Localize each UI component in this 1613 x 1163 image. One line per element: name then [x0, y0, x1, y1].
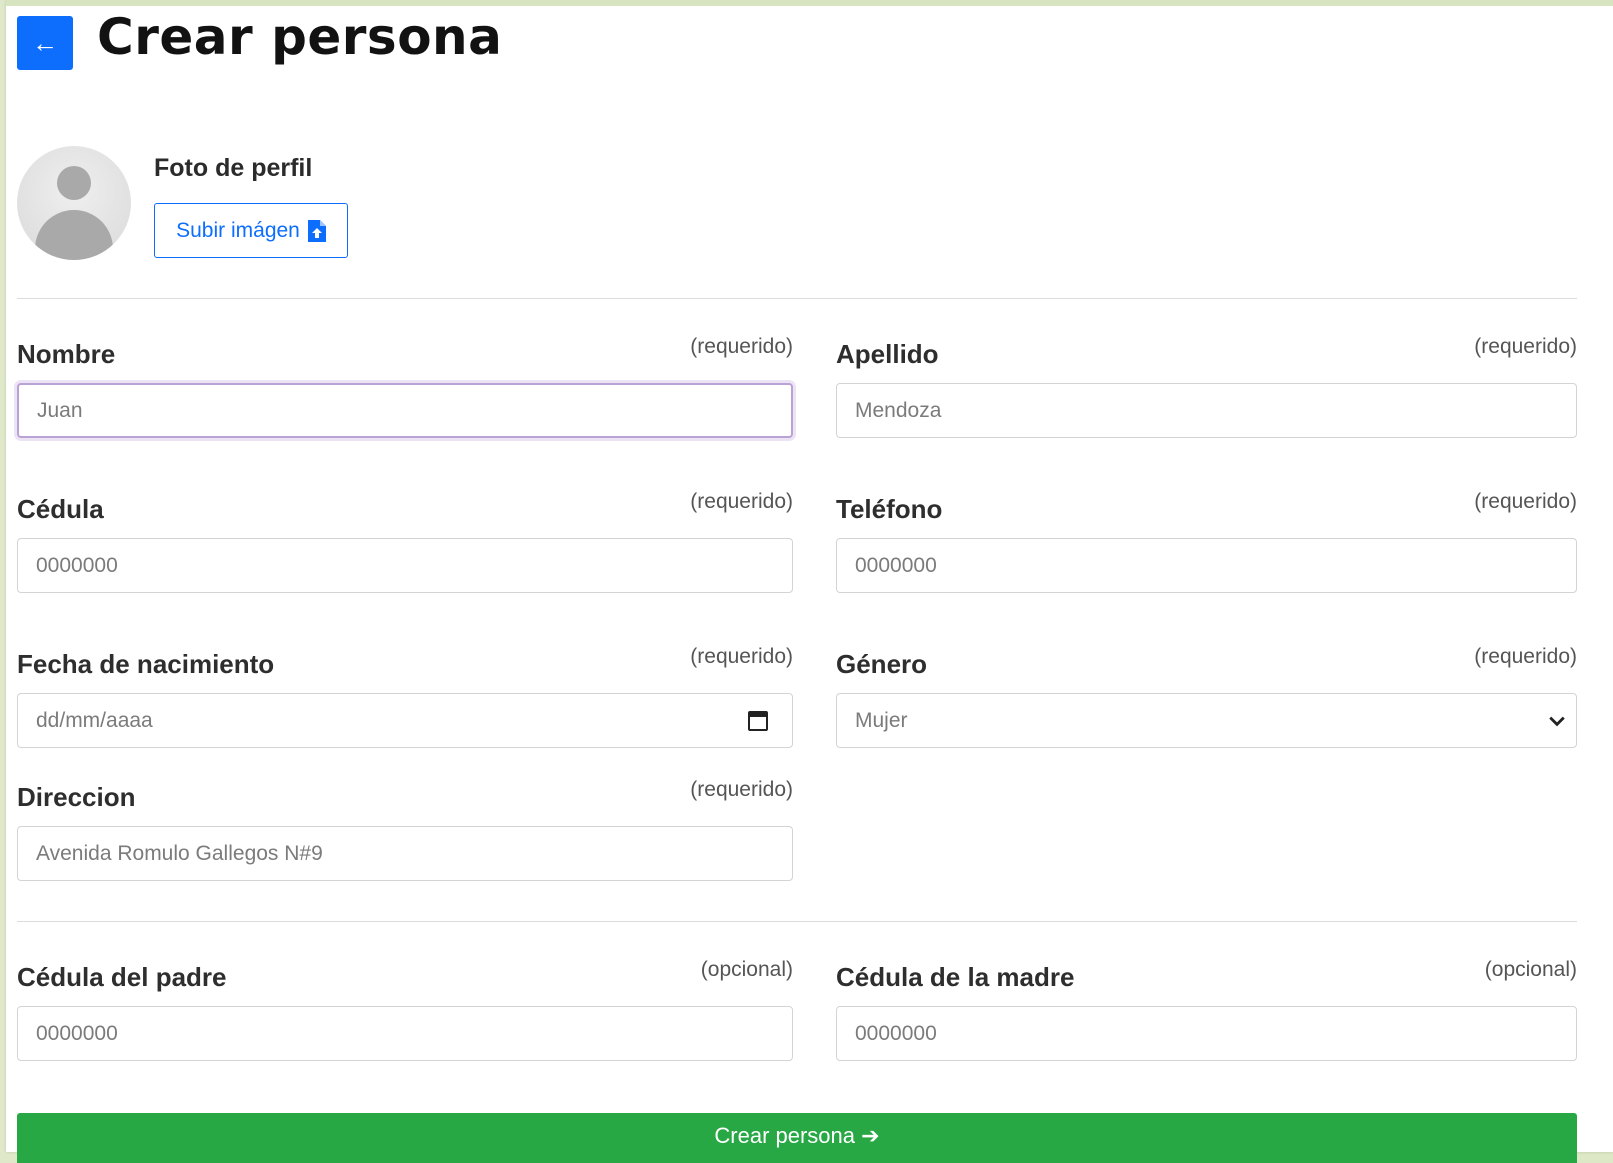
genero-value: Mujer	[855, 708, 908, 732]
avatar-head	[57, 166, 91, 200]
cedula-padre-input[interactable]: 0000000	[17, 1006, 793, 1061]
avatar	[17, 146, 131, 260]
hint-direccion: (requerido)	[690, 778, 793, 801]
label-apellido: Apellido	[836, 339, 939, 369]
upload-image-button[interactable]: Subir imágen	[154, 203, 348, 258]
genero-select[interactable]: Mujer	[836, 693, 1577, 748]
hint-nombre: (requerido)	[690, 335, 793, 358]
fecha-value: dd/mm/aaaa	[36, 708, 153, 732]
label-fecha-nacimiento: Fecha de nacimiento	[17, 649, 275, 679]
create-person-button[interactable]: Crear persona ➔	[17, 1113, 1577, 1163]
upload-label: Subir imágen	[176, 218, 300, 242]
cedula-madre-input[interactable]: 0000000	[836, 1006, 1577, 1061]
label-cedula: Cédula	[17, 494, 104, 524]
hint-genero: (requerido)	[1474, 645, 1577, 668]
file-upload-icon	[307, 219, 326, 242]
direccion-input[interactable]: Avenida Romulo Gallegos N#9	[17, 826, 793, 881]
nombre-input[interactable]: Juan	[17, 383, 793, 438]
label-cedula-padre: Cédula del padre	[17, 962, 227, 992]
fecha-nacimiento-input[interactable]: dd/mm/aaaa	[17, 693, 793, 748]
label-telefono: Teléfono	[836, 494, 943, 524]
submit-label: Crear persona	[714, 1123, 856, 1148]
arrow-left-icon: ←	[32, 27, 58, 58]
avatar-body	[35, 210, 113, 260]
hint-cedula-padre: (opcional)	[700, 958, 793, 981]
hint-cedula: (requerido)	[690, 490, 793, 513]
telefono-input[interactable]: 0000000	[836, 538, 1577, 593]
label-genero: Género	[836, 649, 928, 679]
label-nombre: Nombre	[17, 339, 116, 369]
apellido-input[interactable]: Mendoza	[836, 383, 1577, 438]
chevron-down-icon	[1549, 716, 1565, 727]
divider-top	[17, 298, 1577, 299]
profile-photo-label: Foto de perfil	[154, 154, 313, 182]
hint-cedula-madre: (opcional)	[1484, 958, 1577, 981]
label-cedula-madre: Cédula de la madre	[836, 962, 1075, 992]
back-button[interactable]: ←	[17, 16, 73, 70]
hint-apellido: (requerido)	[1474, 335, 1577, 358]
page-title: Crear persona	[97, 8, 503, 66]
form-card: ← Crear persona Foto de perfil Subir imá…	[6, 0, 1613, 1163]
cedula-input[interactable]: 0000000	[17, 538, 793, 593]
hint-telefono: (requerido)	[1474, 490, 1577, 513]
arrow-right-icon: ➔	[861, 1123, 880, 1148]
divider-bottom	[17, 921, 1577, 922]
hint-fecha-nacimiento: (requerido)	[690, 645, 793, 668]
label-direccion: Direccion	[17, 782, 136, 812]
calendar-icon[interactable]	[748, 711, 768, 731]
